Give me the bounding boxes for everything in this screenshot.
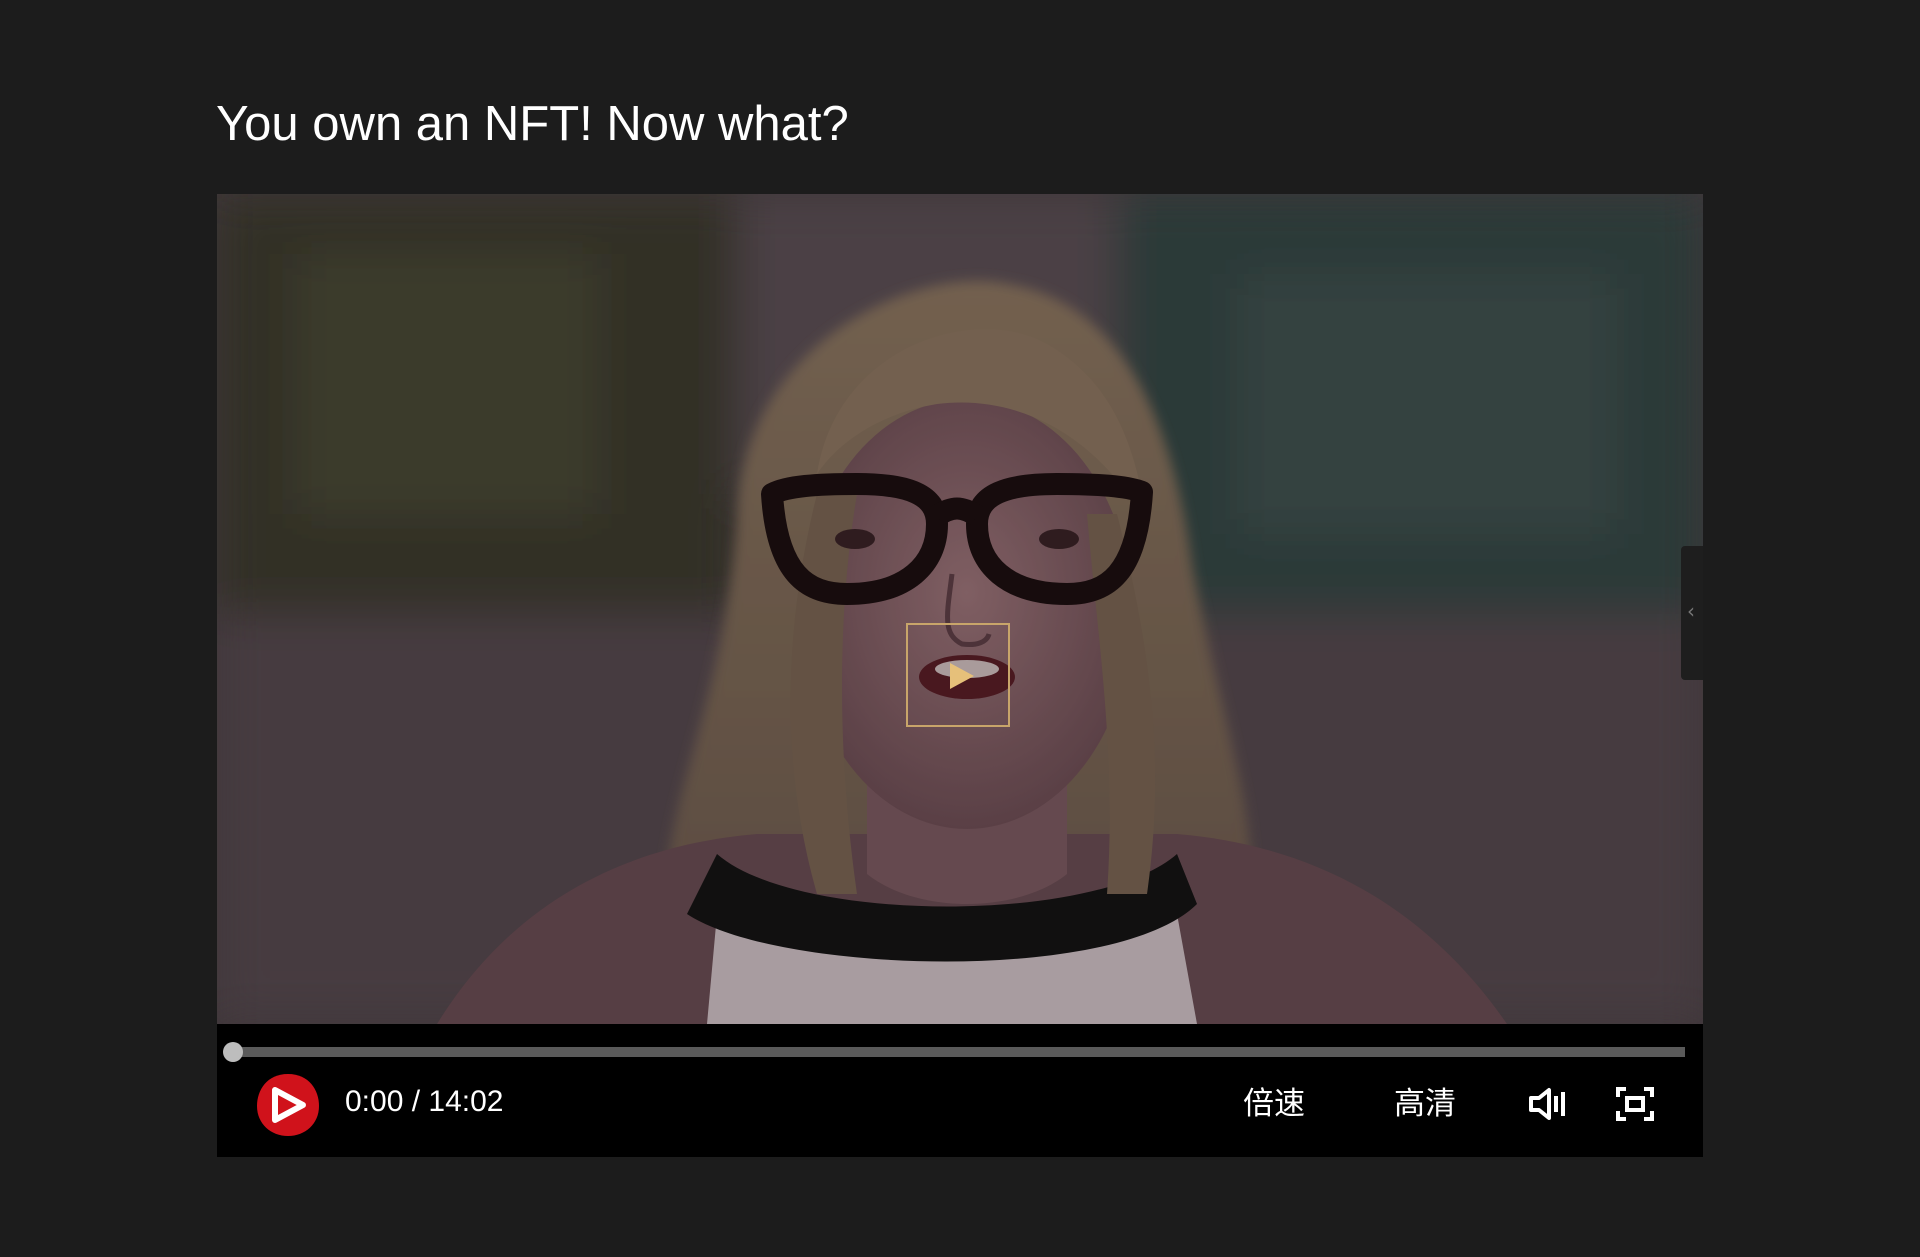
quality-button[interactable]: 高清 [1394, 1084, 1456, 1124]
time-display: 0:00 / 14:02 [345, 1085, 504, 1118]
video-frame[interactable]: ‹ [217, 194, 1703, 1024]
volume-icon [1529, 1088, 1565, 1120]
center-play-button[interactable] [906, 623, 1010, 727]
video-player[interactable]: ‹ 0:00 / 14:02 倍速 高清 [217, 194, 1703, 1157]
page-title: You own an NFT! Now what? [216, 97, 849, 151]
play-icon [950, 663, 974, 689]
progress-bar[interactable] [235, 1047, 1685, 1057]
fullscreen-icon [1616, 1087, 1654, 1121]
volume-button[interactable] [1527, 1086, 1567, 1122]
page: You own an NFT! Now what? ‹ 0:00 / 14:02… [0, 0, 1920, 1257]
side-panel-toggle[interactable]: ‹ [1681, 546, 1703, 680]
progress-thumb[interactable] [223, 1042, 243, 1062]
playback-speed-button[interactable]: 倍速 [1243, 1084, 1305, 1124]
play-button[interactable] [253, 1070, 323, 1140]
play-logo-icon [257, 1074, 319, 1136]
fullscreen-button[interactable] [1615, 1086, 1655, 1122]
chevron-left-icon: ‹ [1687, 599, 1695, 623]
video-still [217, 194, 1703, 1024]
control-bar: 0:00 / 14:02 倍速 高清 [217, 1024, 1703, 1157]
